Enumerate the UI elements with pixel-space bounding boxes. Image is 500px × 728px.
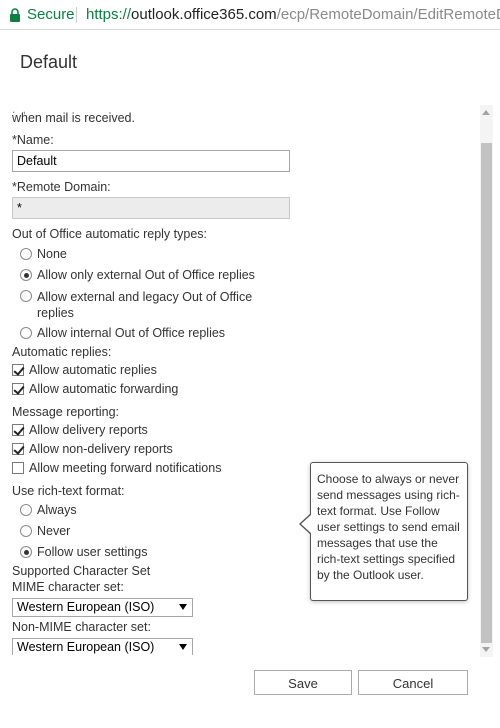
- secure-label: Secure: [27, 6, 75, 23]
- rich-text-label: Use rich-text format:: [12, 484, 125, 498]
- auto-replies-label: Automatic replies:: [12, 345, 112, 359]
- radio-follow-user[interactable]: [20, 546, 32, 558]
- radio-never[interactable]: [20, 525, 32, 537]
- scroll-down-arrow-icon[interactable]: [482, 647, 490, 652]
- non-mime-charset-select[interactable]: Western European (ISO): [12, 638, 193, 655]
- scroll-up-arrow-icon[interactable]: [482, 110, 490, 115]
- callout-text: Choose to always or never send messages …: [317, 472, 460, 582]
- ooo-label: Out of Office automatic reply types:: [12, 227, 207, 241]
- report-option-delivery[interactable]: Allow delivery reports: [12, 423, 148, 437]
- message-reporting-label: Message reporting:: [12, 405, 120, 419]
- dropdown-arrow-icon: [179, 644, 187, 650]
- report-option-label: Allow non-delivery reports: [29, 442, 173, 456]
- name-label: *Name:: [12, 133, 54, 147]
- radio-none[interactable]: [20, 248, 32, 260]
- dropdown-arrow-icon: [179, 604, 187, 610]
- richtext-option-label: Follow user settings: [37, 545, 148, 559]
- ooo-option-external[interactable]: Allow only external Out of Office replie…: [20, 268, 255, 282]
- vertical-scrollbar[interactable]: [480, 105, 493, 657]
- mime-charset-value: Western European (ISO): [17, 600, 155, 614]
- remote-domain-input: [12, 197, 290, 219]
- richtext-option-follow[interactable]: Follow user settings: [20, 545, 147, 559]
- clipped-description-text: when mail is received.: [12, 111, 135, 125]
- url-host: outlook.office365.com: [131, 6, 277, 23]
- radio-external[interactable]: [20, 269, 32, 281]
- richtext-option-label: Never: [37, 524, 71, 538]
- auto-option-forwarding[interactable]: Allow automatic forwarding: [12, 382, 178, 396]
- auto-option-label: Allow automatic forwarding: [29, 382, 179, 396]
- url-path: /ecp/RemoteDomain/EditRemoteD...: [276, 6, 500, 23]
- richtext-option-never[interactable]: Never: [20, 524, 70, 538]
- report-option-label: Allow delivery reports: [29, 423, 148, 437]
- ooo-option-label: Allow internal Out of Office replies: [37, 326, 226, 340]
- mime-charset-select[interactable]: Western European (ISO): [12, 598, 193, 617]
- richtext-option-always[interactable]: Always: [20, 503, 77, 517]
- rich-text-help-callout: Choose to always or never send messages …: [299, 462, 468, 601]
- charset-heading: Supported Character Set: [12, 564, 151, 578]
- checkbox-non-delivery-reports[interactable]: [12, 443, 24, 455]
- address-separator: [76, 7, 77, 23]
- lock-icon: [10, 8, 20, 22]
- checkbox-auto-forwarding[interactable]: [12, 383, 24, 395]
- url-protocol: https://: [86, 6, 132, 23]
- cancel-button[interactable]: Cancel: [358, 670, 468, 695]
- auto-option-replies[interactable]: Allow automatic replies: [12, 363, 157, 377]
- radio-always[interactable]: [20, 504, 32, 516]
- radio-external-legacy[interactable]: [20, 290, 32, 302]
- ooo-option-label: Allow external and legacy Out of Office …: [37, 290, 253, 320]
- ooo-option-label: Allow only external Out of Office replie…: [37, 268, 255, 282]
- ooo-option-external-legacy[interactable]: Allow external and legacy Out of Office …: [20, 289, 260, 321]
- url-text[interactable]: https://outlook.office365.com/ecp/Remote…: [86, 0, 500, 29]
- name-input[interactable]: [12, 150, 290, 172]
- report-option-non-delivery[interactable]: Allow non-delivery reports: [12, 442, 173, 456]
- ooo-option-internal[interactable]: Allow internal Out of Office replies: [20, 326, 225, 340]
- remote-domain-label: *Remote Domain:: [12, 180, 111, 194]
- auto-option-label: Allow automatic replies: [29, 363, 157, 377]
- clipped-description: . , when mail is received.: [12, 105, 135, 125]
- save-button[interactable]: Save: [254, 670, 352, 695]
- non-mime-label: Non-MIME character set:: [12, 620, 151, 634]
- scrollbar-thumb[interactable]: [481, 143, 492, 643]
- checkbox-delivery-reports[interactable]: [12, 424, 24, 436]
- report-option-label: Allow meeting forward notifications: [29, 461, 222, 475]
- address-bar[interactable]: Secure https://outlook.office365.com/ecp…: [0, 0, 500, 30]
- richtext-option-label: Always: [37, 503, 77, 517]
- radio-internal[interactable]: [20, 327, 32, 339]
- non-mime-charset-value: Western European (ISO): [17, 640, 155, 654]
- callout-pointer-fill: [301, 514, 312, 534]
- ooo-option-label: None: [37, 247, 67, 261]
- checkbox-auto-replies[interactable]: [12, 364, 24, 376]
- report-option-meeting-forward[interactable]: Allow meeting forward notifications: [12, 461, 221, 475]
- checkbox-meeting-forward[interactable]: [12, 462, 24, 474]
- ooo-option-none[interactable]: None: [20, 247, 67, 261]
- clipped-line-fragment: . ,: [12, 105, 29, 116]
- dialog-title: Default: [20, 52, 78, 72]
- mime-label: MIME character set:: [12, 580, 124, 594]
